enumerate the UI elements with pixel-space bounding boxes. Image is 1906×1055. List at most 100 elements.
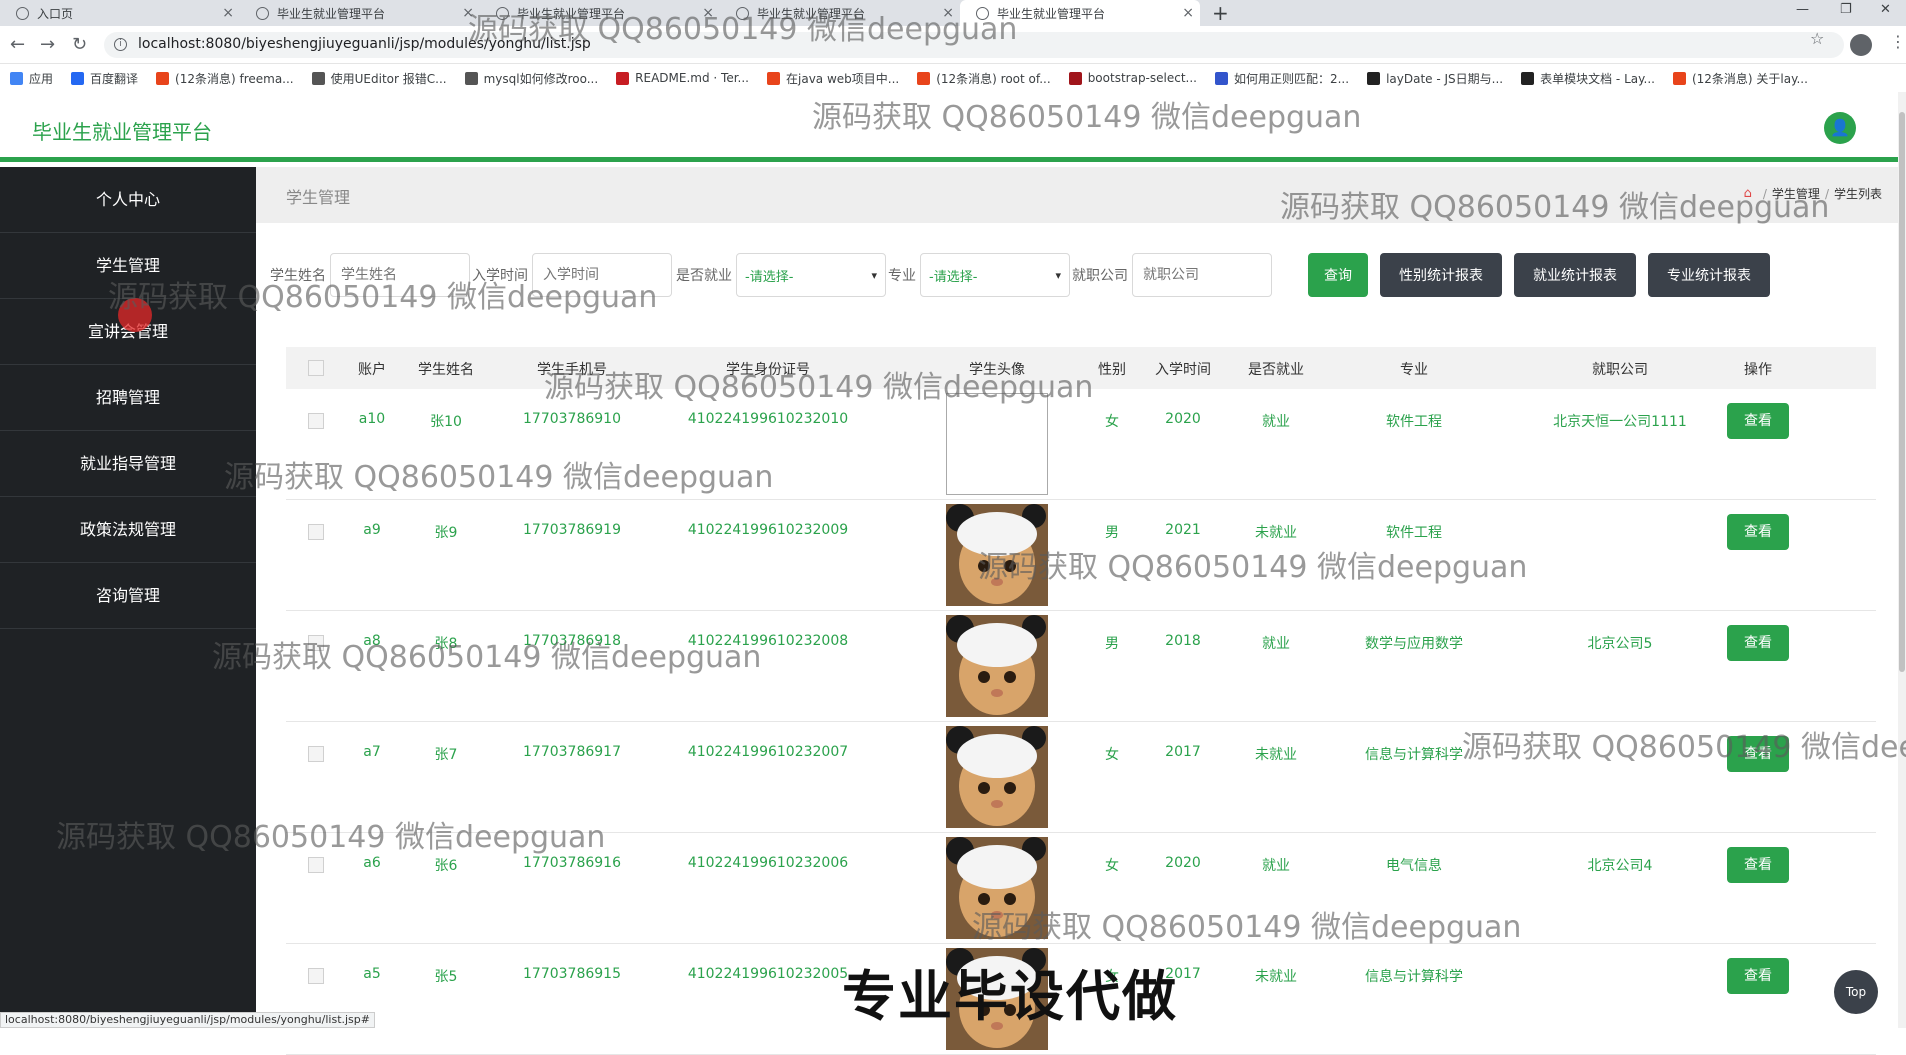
view-button[interactable]: 查看 (1727, 847, 1789, 883)
sidebar-item-seminar-management[interactable]: 宣讲会管理 (0, 299, 256, 365)
cell-enroll-time: 2017 (1165, 966, 1201, 982)
student-avatar (946, 948, 1048, 1050)
view-button[interactable]: 查看 (1727, 958, 1789, 994)
bookmark-star-icon[interactable]: ☆ (1810, 29, 1824, 48)
close-icon[interactable]: × (942, 5, 954, 21)
col-gender: 性别 (1098, 362, 1126, 378)
bookmark-item[interactable]: bootstrap-select... (1068, 71, 1197, 85)
profile-icon[interactable] (1850, 34, 1872, 56)
col-employed: 是否就业 (1248, 362, 1304, 378)
browser-tab[interactable]: 毕业生就业管理平台 × (480, 0, 720, 26)
view-button[interactable]: 查看 (1727, 736, 1789, 772)
bookmark-item[interactable]: 应用 (10, 70, 53, 87)
enroll-time-input[interactable] (532, 253, 672, 297)
view-button[interactable]: 查看 (1727, 403, 1789, 439)
window-close-icon[interactable]: ✕ (1880, 2, 1891, 17)
sidebar-item-student-management[interactable]: 学生管理 (0, 233, 256, 299)
student-table: 账户 学生姓名 学生手机号 学生身份证号 学生头像 性别 入学时间 是否就业 专… (286, 347, 1876, 1055)
employment-report-button[interactable]: 就业统计报表 (1514, 253, 1636, 297)
page-title: 学生管理 (286, 188, 351, 207)
scroll-thumb[interactable] (1899, 112, 1905, 672)
cell-name: 张9 (434, 525, 458, 541)
cell-major: 数学与应用数学 (1365, 636, 1463, 652)
select-all-checkbox[interactable] (308, 360, 324, 376)
close-icon[interactable]: × (1182, 5, 1194, 21)
employed-label: 是否就业 (676, 268, 732, 284)
close-icon[interactable]: × (222, 5, 234, 21)
close-icon[interactable]: × (702, 5, 714, 21)
bookmark-item[interactable]: README.md · Ter... (616, 71, 749, 85)
bookmark-label: 百度翻译 (90, 71, 139, 86)
view-button[interactable]: 查看 (1727, 514, 1789, 550)
app-header: 毕业生就业管理平台 👤 (0, 92, 1906, 162)
minimize-icon[interactable]: — (1796, 2, 1809, 17)
bookmark-label: (12条消息) 关于lay... (1691, 71, 1808, 86)
restore-icon[interactable]: ❐ (1840, 2, 1852, 17)
globe-icon (496, 6, 509, 20)
cell-idcard: 410224199610232006 (687, 855, 849, 871)
browser-tab[interactable]: 毕业生就业管理平台 × (720, 0, 960, 26)
forward-icon[interactable]: → (40, 34, 55, 55)
bookmark-item[interactable]: (12条消息) 关于lay... (1672, 70, 1808, 87)
bookmark-item[interactable]: (12条消息) freema... (156, 70, 294, 87)
page-scrollbar[interactable] (1898, 92, 1906, 1028)
row-checkbox[interactable] (308, 857, 324, 873)
cell-phone: 17703786910 (523, 411, 621, 427)
home-icon[interactable]: ⌂ (1744, 186, 1752, 201)
info-icon[interactable]: i (114, 38, 127, 51)
cell-employed: 就业 (1262, 636, 1290, 652)
sidebar-item-guidance-management[interactable]: 就业指导管理 (0, 431, 256, 497)
bookmark-item[interactable]: 如何用正则匹配：2... (1214, 70, 1349, 87)
cell-enroll-time: 2020 (1165, 411, 1201, 427)
back-icon[interactable]: ← (10, 34, 25, 55)
row-checkbox[interactable] (308, 968, 324, 984)
browser-tab[interactable]: 毕业生就业管理平台 × (240, 0, 480, 26)
search-form: 学生姓名 入学时间 是否就业 -请选择- ▾ 专业 -请选择- ▾ 就职公司 查… (270, 253, 1770, 297)
sidebar-item-recruitment-management[interactable]: 招聘管理 (0, 365, 256, 431)
breadcrumb-student-management[interactable]: 学生管理 (1772, 185, 1820, 202)
bookmark-item[interactable]: mysql如何修改roo... (464, 70, 598, 87)
chevron-down-icon: ▾ (871, 268, 877, 282)
back-to-top-button[interactable]: Top (1834, 970, 1878, 1014)
tab-title: 毕业生就业管理平台 (277, 6, 386, 21)
user-icon[interactable]: 👤 (1824, 112, 1856, 144)
bookmark-item[interactable]: 表单模块文档 - Lay... (1521, 70, 1655, 87)
major-report-button[interactable]: 专业统计报表 (1648, 253, 1770, 297)
browser-tab[interactable]: 入口页 × (0, 0, 240, 26)
view-button[interactable]: 查看 (1727, 625, 1789, 661)
employed-select[interactable]: -请选择- ▾ (736, 253, 886, 297)
app-title[interactable]: 毕业生就业管理平台 (32, 116, 212, 145)
bookmark-item[interactable]: layDate - JS日期与... (1367, 70, 1503, 87)
bookmark-item[interactable]: 使用UEditor 报错C... (311, 70, 447, 87)
row-checkbox[interactable] (308, 413, 324, 429)
student-name-input[interactable] (330, 253, 470, 297)
bookmark-label: 使用UEditor 报错C... (330, 71, 447, 86)
major-select[interactable]: -请选择- ▾ (920, 253, 1070, 297)
cell-account: a10 (358, 411, 386, 427)
query-button[interactable]: 查询 (1308, 253, 1368, 297)
bookmark-label: (12条消息) root of... (936, 71, 1051, 86)
bookmark-item[interactable]: 百度翻译 (71, 70, 138, 87)
sidebar-item-personal-center[interactable]: 个人中心 (0, 167, 256, 233)
browser-menu-icon[interactable]: ⋮ (1890, 32, 1906, 51)
close-icon[interactable]: × (462, 5, 474, 21)
gender-report-button[interactable]: 性别统计报表 (1380, 253, 1502, 297)
url-text: localhost:8080/biyeshengjiuyeguanli/jsp/… (138, 36, 591, 52)
address-bar: ← → ↻ i localhost:8080/biyeshengjiuyegua… (0, 26, 1906, 64)
sidebar-item-policy-management[interactable]: 政策法规管理 (0, 497, 256, 563)
bookmark-item[interactable]: (12条消息) root of... (917, 70, 1051, 87)
cell-phone: 17703786917 (523, 744, 621, 760)
row-checkbox[interactable] (308, 524, 324, 540)
sidebar-item-consult-management[interactable]: 咨询管理 (0, 563, 256, 629)
row-checkbox[interactable] (308, 746, 324, 762)
browser-tab-active[interactable]: 毕业生就业管理平台 × (960, 0, 1200, 26)
table-row: a5 张5 17703786915 410224199610232005 女 2017 未就… (286, 944, 1876, 1055)
reload-icon[interactable]: ↻ (72, 34, 87, 55)
cell-enroll-time: 2020 (1165, 855, 1201, 871)
breadcrumb-student-list: 学生列表 (1833, 187, 1882, 201)
new-tab-icon[interactable]: + (1212, 1, 1229, 25)
bookmark-item[interactable]: 在java web项目中... (767, 70, 899, 87)
row-checkbox[interactable] (308, 635, 324, 651)
company-input[interactable] (1132, 253, 1272, 297)
url-field[interactable]: i localhost:8080/biyeshengjiuyeguanli/js… (104, 32, 1844, 58)
